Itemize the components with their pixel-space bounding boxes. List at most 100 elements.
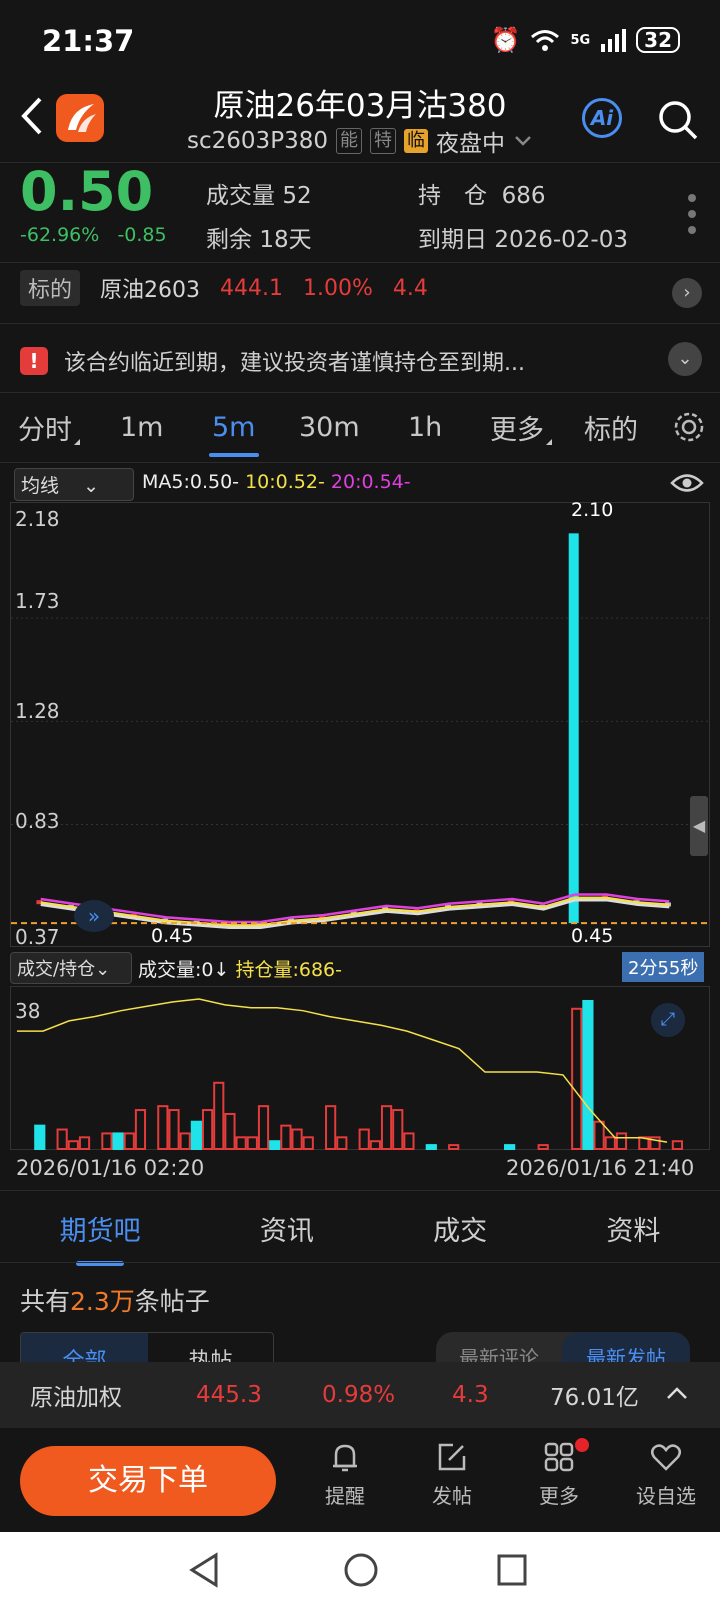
ticker-amount: 76.01亿 bbox=[550, 1385, 639, 1411]
expiry-stat: 到期日 2026-02-03 bbox=[418, 227, 628, 253]
nav-recents-icon[interactable] bbox=[496, 1553, 528, 1587]
chevron-up-icon[interactable] bbox=[666, 1386, 688, 1400]
post-button[interactable]: 发帖 bbox=[402, 1440, 502, 1509]
warning-icon: ! bbox=[20, 347, 48, 375]
volume-bar bbox=[157, 1105, 169, 1151]
tag-near-expiry: 临 bbox=[403, 129, 428, 153]
filter-hot[interactable]: 热帖 bbox=[148, 1333, 273, 1365]
more-vertical-icon[interactable] bbox=[686, 192, 698, 236]
underlying-row[interactable]: 标的 原油2603 444.1 1.00% 4.4 bbox=[20, 270, 428, 306]
underlying-tag: 标的 bbox=[20, 270, 81, 306]
kline-chart[interactable]: 2.18 1.73 1.28 0.83 0.37 2.10 0.45 0.45 bbox=[10, 499, 711, 949]
volume-bar bbox=[604, 1136, 616, 1151]
more-button[interactable]: 更多 bbox=[509, 1440, 609, 1509]
ma10-legend: 10:0.52- bbox=[245, 471, 325, 493]
volume-bar bbox=[302, 1136, 314, 1151]
tab-underlying[interactable]: 标的 bbox=[584, 408, 638, 447]
underlying-name: 原油2603 bbox=[100, 278, 201, 303]
volume-bar bbox=[201, 1109, 214, 1151]
tab-30m[interactable]: 30m bbox=[299, 412, 360, 443]
volume-legend: 成交量:0↓ bbox=[138, 959, 230, 981]
remind-button[interactable]: 提醒 bbox=[295, 1440, 395, 1509]
add-watchlist-button[interactable]: 设自选 bbox=[616, 1440, 716, 1509]
sort-latest-reply[interactable]: 最新评论 bbox=[436, 1332, 562, 1366]
time-end: 2026/01/16 21:40 bbox=[506, 1156, 695, 1180]
tab-trades[interactable]: 成交 bbox=[433, 1209, 487, 1248]
y-label-4: 0.83 bbox=[15, 809, 60, 833]
sub-legend: 成交量:0↓ 持仓量:686- bbox=[138, 955, 342, 982]
tag-special: 特 bbox=[369, 128, 396, 154]
post-count: 共有2.3万条帖子 bbox=[20, 1287, 210, 1316]
tab-more[interactable]: 更多 bbox=[490, 408, 552, 447]
countdown-badge: 2分55秒 bbox=[622, 952, 705, 982]
settings-icon[interactable] bbox=[672, 410, 706, 444]
sub-indicator-select[interactable]: 成交/持仓⌄ bbox=[10, 952, 132, 984]
tab-5m[interactable]: 5m bbox=[208, 412, 260, 457]
volume-bar bbox=[257, 1105, 270, 1151]
grid-icon bbox=[544, 1442, 574, 1472]
volume-bar bbox=[101, 1132, 113, 1150]
y-label-2: 1.73 bbox=[15, 589, 60, 613]
expand-chart-icon[interactable]: ⤢ bbox=[651, 1003, 685, 1037]
alarm-icon: ⏰ bbox=[490, 26, 521, 54]
volume-bar bbox=[671, 1140, 683, 1150]
heart-icon bbox=[651, 1444, 681, 1471]
tab-info[interactable]: 资料 bbox=[606, 1209, 660, 1248]
trade-button[interactable]: 交易下单 bbox=[20, 1446, 276, 1516]
status-time: 21:37 bbox=[42, 24, 135, 58]
kline-canvas bbox=[11, 533, 711, 929]
volume-bar bbox=[593, 1120, 605, 1151]
tab-news[interactable]: 资讯 bbox=[260, 1209, 314, 1248]
time-start: 2026/01/16 02:20 bbox=[16, 1156, 205, 1180]
search-icon[interactable] bbox=[656, 98, 700, 142]
chevron-right-icon[interactable]: › bbox=[672, 278, 702, 308]
fast-forward-icon[interactable]: » bbox=[74, 900, 114, 932]
post-filter: 全部 热帖 bbox=[20, 1332, 274, 1366]
volume-bar bbox=[369, 1140, 381, 1150]
session-status: 夜盘中 bbox=[435, 131, 505, 157]
price-change: -62.96% -0.85 bbox=[20, 224, 167, 246]
y-label-top: 2.18 bbox=[15, 507, 60, 531]
sort-latest-post[interactable]: 最新发帖 bbox=[562, 1332, 690, 1366]
status-bar: 21:37 ⏰ 5G 32 bbox=[0, 0, 720, 80]
volume-bar bbox=[134, 1109, 147, 1151]
chevron-down-icon[interactable] bbox=[513, 134, 533, 148]
ticker-change: 4.3 bbox=[452, 1382, 489, 1408]
nav-back-icon[interactable] bbox=[188, 1552, 220, 1588]
volume-bar bbox=[34, 1124, 46, 1150]
volume-bar bbox=[280, 1124, 292, 1150]
indicator-select[interactable]: 均线 ⌄ bbox=[14, 468, 134, 501]
nav-home-icon[interactable] bbox=[343, 1552, 379, 1588]
volume-bar bbox=[67, 1140, 79, 1150]
expand-notice-icon[interactable]: ⌄ bbox=[668, 342, 702, 376]
volume-bar bbox=[403, 1132, 415, 1150]
volume-bar bbox=[291, 1128, 303, 1151]
post-sort: 最新评论 最新发帖 bbox=[436, 1332, 690, 1366]
filter-all[interactable]: 全部 bbox=[21, 1333, 148, 1365]
bell-icon bbox=[333, 1444, 357, 1472]
eye-icon[interactable] bbox=[670, 472, 704, 494]
collapse-panel-handle[interactable]: ◀ bbox=[690, 796, 708, 856]
volume-bar bbox=[571, 1007, 583, 1150]
volume-bar bbox=[392, 1109, 404, 1151]
tab-timeshare[interactable]: 分时 bbox=[18, 408, 80, 447]
volume-bar bbox=[582, 1000, 594, 1150]
expiry-notice: ! 该合约临近到期，建议投资者谨慎持仓至到期... bbox=[20, 345, 525, 377]
open-interest-stat: 持 仓 686 bbox=[418, 183, 546, 209]
volume-chart[interactable]: 38 ⤢ bbox=[10, 986, 710, 1151]
tab-1m[interactable]: 1m bbox=[120, 412, 163, 443]
ticker-price: 445.3 bbox=[196, 1382, 262, 1408]
last-price: 0.50 bbox=[20, 160, 154, 223]
notification-dot bbox=[575, 1438, 589, 1452]
volume-bar bbox=[358, 1128, 370, 1151]
tab-1h[interactable]: 1h bbox=[408, 412, 442, 443]
ai-icon[interactable]: Ai bbox=[582, 98, 622, 138]
volume-bar bbox=[425, 1144, 437, 1151]
change-value: -0.85 bbox=[117, 224, 167, 246]
battery-icon: 32 bbox=[636, 27, 680, 53]
index-ticker[interactable]: 原油加权 445.3 0.98% 4.3 76.01亿 bbox=[0, 1362, 720, 1428]
tab-forum[interactable]: 期货吧 bbox=[60, 1209, 141, 1266]
low-label-right: 0.45 bbox=[571, 925, 614, 947]
volume-bar bbox=[78, 1136, 91, 1151]
volume-bar bbox=[246, 1136, 258, 1151]
